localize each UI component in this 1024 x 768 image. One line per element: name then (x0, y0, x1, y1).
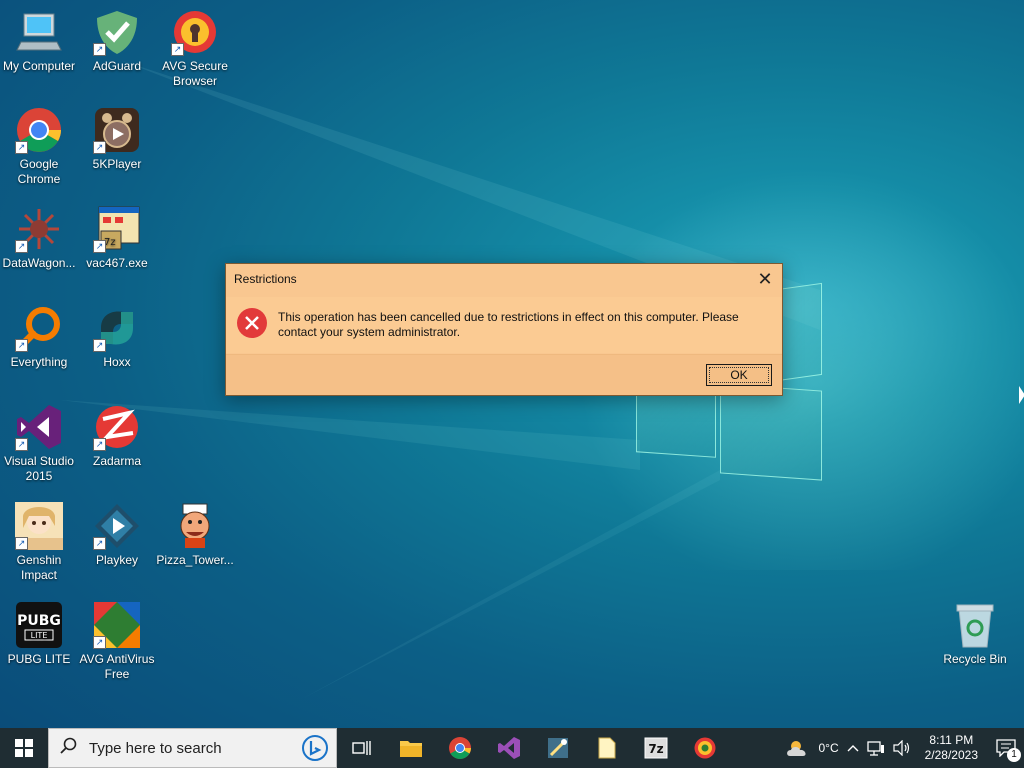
restrictions-dialog: Restrictions ✕ This operation has been c… (225, 263, 783, 396)
taskbar-file-explorer[interactable] (386, 728, 435, 768)
dialog-body: This operation has been cancelled due to… (226, 297, 782, 353)
desktop-icon-zadarma[interactable]: ↗ Zadarma (78, 403, 156, 469)
taskbar-7zip[interactable]: 7z (631, 728, 680, 768)
taskbar-visual-studio[interactable] (484, 728, 533, 768)
7zip-icon: 7z (644, 737, 667, 759)
chevron-up-icon (847, 745, 859, 752)
svg-text:PUBG: PUBG (17, 613, 61, 629)
avg-browser-icon (694, 737, 715, 759)
taskbar-avg-browser[interactable] (680, 728, 729, 768)
clock-date: 2/28/2023 (924, 748, 978, 762)
show-hidden-icons-button[interactable] (843, 728, 863, 768)
pubg-lite-icon: PUBG LITE (16, 602, 62, 648)
desktop-icon-avg-antivirus[interactable]: ↗ AVG AntiVirus Free (78, 601, 156, 682)
weather-cloud-icon (787, 741, 807, 756)
desktop-icon-visual-studio[interactable]: ↗ Visual Studio 2015 (0, 403, 78, 484)
task-view-icon (351, 741, 371, 755)
network-icon (866, 741, 884, 756)
mouse-cursor (1019, 386, 1024, 404)
computer-icon (16, 13, 62, 51)
desktop-icon-everything[interactable]: ↗ Everything (0, 304, 78, 370)
ok-button[interactable]: OK (706, 364, 772, 386)
weather-temperature: 0°C (818, 741, 839, 755)
search-placeholder: Type here to search (89, 739, 222, 757)
volume-button[interactable] (889, 728, 915, 768)
tool-icon (547, 738, 568, 758)
taskbar-chrome[interactable] (435, 728, 484, 768)
dialog-footer: OK (226, 354, 782, 395)
desktop-icon-playkey[interactable]: ↗ Playkey (78, 502, 156, 568)
dialog-title: Restrictions (234, 272, 297, 286)
taskbar-clock[interactable]: 8:11 PM 2/28/2023 (915, 733, 988, 763)
desktop-icon-avg-secure-browser[interactable]: ↗ AVG Secure Browser (156, 8, 234, 89)
taskbar-search-box[interactable]: Type here to search (48, 728, 337, 768)
bing-icon[interactable] (302, 735, 328, 766)
taskbar-tool-app[interactable] (533, 728, 582, 768)
visual-studio-icon (497, 737, 520, 759)
pizza-tower-icon (180, 503, 210, 548)
desktop-icon-pubg-lite[interactable]: PUBG LITE PUBG LITE (0, 601, 78, 667)
chrome-icon (448, 737, 471, 759)
error-icon (237, 308, 267, 338)
file-explorer-icon (399, 741, 422, 757)
desktop-icon-hoxx[interactable]: ↗ Hoxx (78, 304, 156, 370)
system-tray: 0°C 8:11 PM 2/28/2023 1 (782, 728, 1024, 768)
clock-time: 8:11 PM (929, 733, 974, 747)
svg-text:7z: 7z (648, 742, 663, 756)
desktop-icon-genshin-impact[interactable]: ↗ Genshin Impact (0, 502, 78, 583)
weather-widget[interactable]: 0°C (782, 728, 842, 768)
network-button[interactable] (863, 728, 889, 768)
task-view-button[interactable] (337, 728, 386, 768)
taskbar-notepad[interactable] (582, 728, 631, 768)
dialog-message: This operation has been cancelled due to… (278, 310, 739, 339)
desktop-icon-vac467[interactable]: 7z ↗ vac467.exe (78, 205, 156, 271)
desktop-icon-5kplayer[interactable]: ↗ 5KPlayer (78, 106, 156, 172)
dialog-close-button[interactable]: ✕ (754, 268, 776, 290)
speaker-icon (893, 740, 909, 756)
start-button[interactable] (0, 728, 48, 768)
desktop-icon-adguard[interactable]: ↗ AdGuard (78, 8, 156, 74)
desktop-icon-my-computer[interactable]: My Computer (0, 8, 78, 74)
windows-logo-icon (15, 739, 33, 757)
desktop-icon-pizza-tower[interactable]: Pizza_Tower... (156, 502, 234, 568)
desktop-icon-datawagon[interactable]: ↗ DataWagon... (0, 205, 78, 271)
desktop-icon-recycle-bin[interactable]: Recycle Bin (936, 601, 1014, 667)
taskbar: Type here to search 7z 0°C 8:11 PM 2/28/… (0, 728, 1024, 768)
svg-text:LITE: LITE (31, 631, 48, 640)
notepad-icon (598, 737, 615, 759)
desktop-icon-google-chrome[interactable]: ↗ Google Chrome (0, 106, 78, 187)
search-icon (49, 737, 89, 760)
action-center-button[interactable]: 1 (988, 728, 1024, 768)
notification-count-badge: 1 (1007, 748, 1021, 762)
recycle-bin-icon (956, 604, 994, 648)
